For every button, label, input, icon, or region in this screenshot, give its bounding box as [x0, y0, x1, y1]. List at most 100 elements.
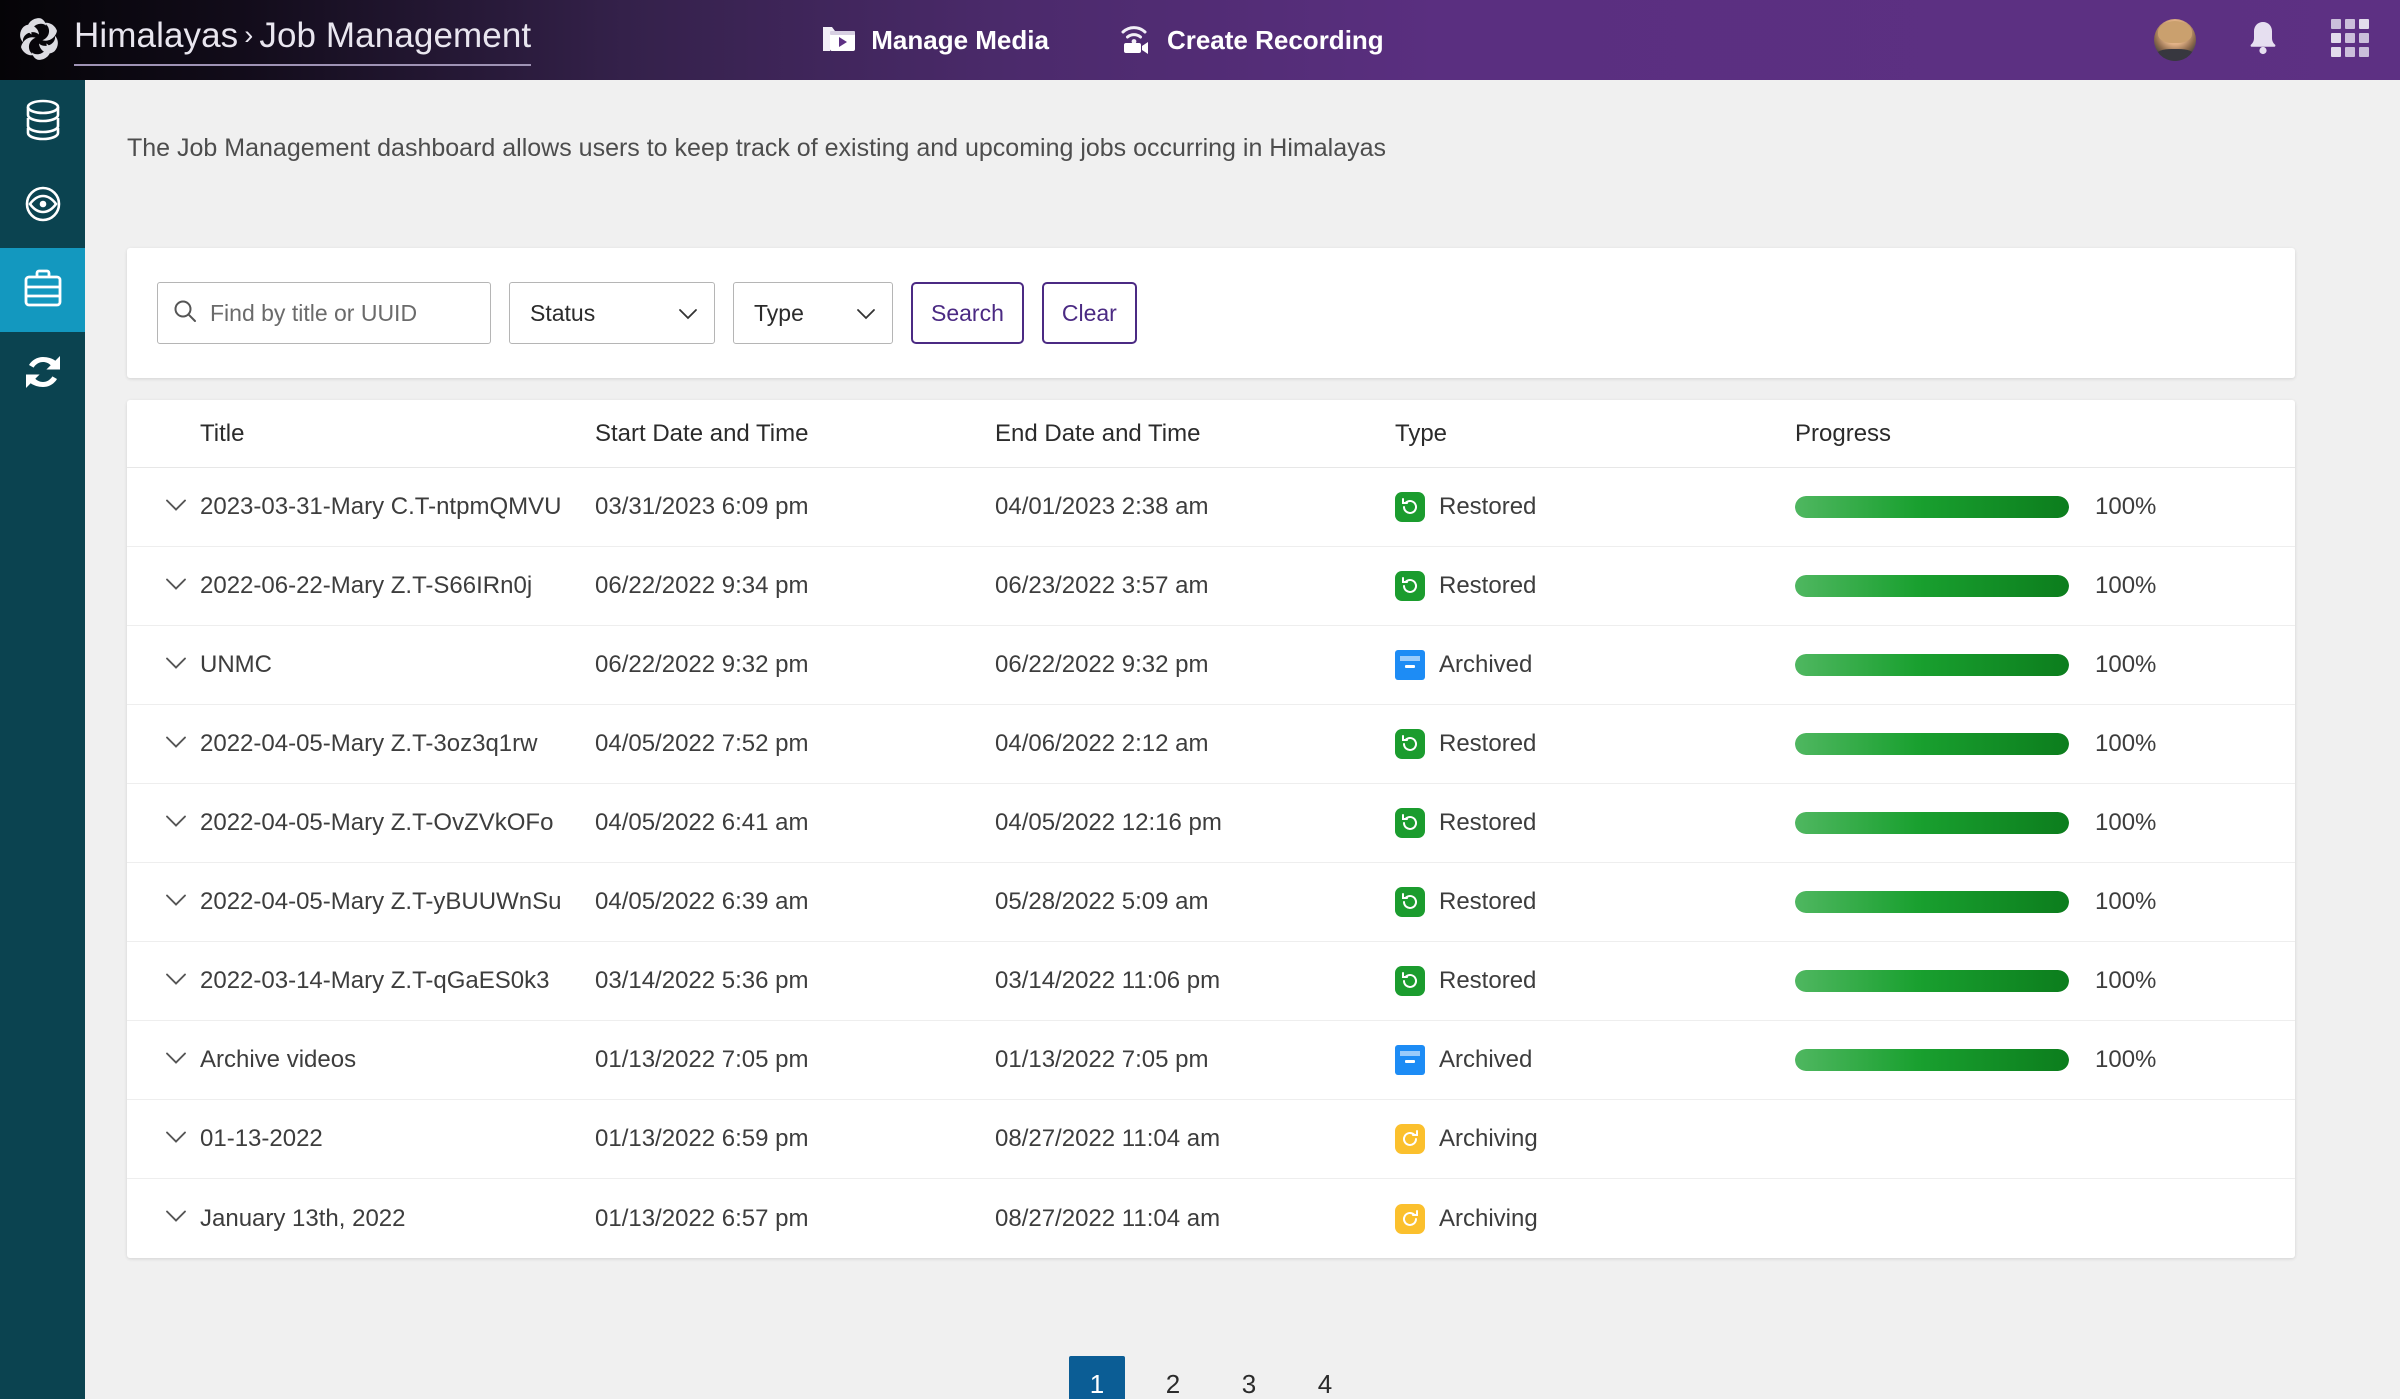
sidebar-item-monitor[interactable]: [0, 164, 85, 248]
row-expand-toggle[interactable]: [152, 814, 200, 833]
row-expand-toggle[interactable]: [152, 1051, 200, 1070]
type-label: Restored: [1439, 809, 1537, 836]
cell-progress-label: 100%: [2095, 1046, 2157, 1073]
table-row[interactable]: 2022-04-05-Mary Z.T-OvZVkOFo 04/05/2022 6…: [127, 784, 2295, 863]
restore-icon: [1395, 492, 1425, 522]
table-row[interactable]: 2022-06-22-Mary Z.T-S66IRn0j 06/22/2022 9…: [127, 547, 2295, 626]
cell-start-date: 01/13/2022 7:05 pm: [595, 1046, 809, 1073]
briefcase-icon: [21, 266, 65, 315]
search-input[interactable]: [210, 299, 476, 327]
cell-progress: [1795, 575, 2095, 597]
row-expand-toggle[interactable]: [152, 656, 200, 675]
chevron-down-icon[interactable]: [165, 893, 187, 912]
pagination-page-1[interactable]: 1: [1069, 1356, 1125, 1399]
breadcrumb-current: Job Management: [259, 16, 532, 55]
folder-play-icon: [821, 22, 857, 59]
cell-progress-label: 100%: [2095, 493, 2157, 520]
left-sidebar: [0, 80, 85, 1399]
nav-manage-media[interactable]: Manage Media: [821, 22, 1049, 59]
column-header-type: Type: [1395, 419, 1448, 447]
pagination-page-2[interactable]: 2: [1145, 1356, 1201, 1399]
cell-end-date: 06/22/2022 9:32 pm: [995, 651, 1209, 678]
sidebar-item-jobs[interactable]: [0, 248, 85, 332]
chevron-down-icon[interactable]: [165, 814, 187, 833]
breadcrumb[interactable]: Himalayas › Job Management: [14, 0, 532, 80]
cell-progress-label: 100%: [2095, 572, 2157, 599]
cell-type: Archiving: [1395, 1203, 1795, 1234]
cell-start-date: 06/22/2022 9:34 pm: [595, 572, 809, 599]
restore-icon: [1395, 808, 1425, 838]
progress-bar: [1795, 812, 2069, 834]
row-expand-toggle[interactable]: [152, 893, 200, 912]
pagination: 1234: [127, 1356, 2295, 1399]
chevron-down-icon[interactable]: [165, 656, 187, 675]
search-button[interactable]: Search: [911, 282, 1024, 344]
breadcrumb-root[interactable]: Himalayas: [74, 16, 238, 55]
avatar[interactable]: [2154, 19, 2196, 61]
row-expand-toggle[interactable]: [152, 735, 200, 754]
cell-progress-label: 100%: [2095, 967, 2157, 994]
cell-end-date: 05/28/2022 5:09 am: [995, 888, 1209, 915]
clear-button[interactable]: Clear: [1041, 282, 1137, 344]
grid-apps-icon[interactable]: [2330, 18, 2370, 63]
chevron-down-icon[interactable]: [165, 1130, 187, 1149]
table-row[interactable]: 2022-03-14-Mary Z.T-qGaES0k3 03/14/2022 5…: [127, 942, 2295, 1021]
progress-bar: [1795, 496, 2069, 518]
filter-toolbar: Status Type Search Clear: [127, 248, 2295, 378]
chevron-down-icon[interactable]: [165, 972, 187, 991]
cell-end-date: 08/27/2022 11:04 am: [995, 1204, 1221, 1232]
archive-box-icon: [1395, 1045, 1425, 1075]
cell-title: 2022-04-05-Mary Z.T-3oz3q1rw: [200, 730, 538, 757]
column-header-title: Title: [200, 419, 245, 447]
type-label: Archived: [1439, 651, 1533, 678]
restore-icon: [1395, 729, 1425, 759]
table-row[interactable]: 2022-04-05-Mary Z.T-yBUUWnSu 04/05/2022 6…: [127, 863, 2295, 942]
cell-end-date: 04/06/2022 2:12 am: [995, 730, 1209, 757]
cell-progress: [1795, 496, 2095, 518]
cell-type: Restored: [1395, 808, 1795, 838]
cell-type: Restored: [1395, 966, 1795, 996]
archive-box-icon: [1395, 650, 1425, 680]
chevron-down-icon[interactable]: [165, 498, 187, 517]
chevron-down-icon[interactable]: [165, 735, 187, 754]
row-expand-toggle[interactable]: [152, 1130, 200, 1149]
eye-circle-icon: [21, 182, 65, 231]
table-row[interactable]: 2022-04-05-Mary Z.T-3oz3q1rw 04/05/2022 7…: [127, 705, 2295, 784]
pagination-page-4[interactable]: 4: [1297, 1356, 1353, 1399]
cell-progress-label: 100%: [2095, 730, 2157, 757]
row-expand-toggle[interactable]: [152, 1209, 200, 1228]
cell-end-date: 04/01/2023 2:38 am: [995, 493, 1209, 520]
chevron-down-icon[interactable]: [165, 1051, 187, 1070]
type-label: Archived: [1439, 1046, 1533, 1073]
table-header-row: Title Start Date and Time End Date and T…: [127, 400, 2295, 468]
chevron-down-icon: [678, 300, 698, 327]
nav-create-recording[interactable]: Create Recording: [1117, 21, 1384, 60]
cell-start-date: 01/13/2022 6:59 pm: [595, 1125, 809, 1152]
cell-title: 2022-04-05-Mary Z.T-OvZVkOFo: [200, 809, 554, 836]
row-expand-toggle[interactable]: [152, 577, 200, 596]
table-row[interactable]: January 13th, 2022 01/13/2022 6:57 pm 08/2…: [127, 1179, 2295, 1258]
jobs-table: Title Start Date and Time End Date and T…: [127, 400, 2295, 1258]
chevron-down-icon[interactable]: [165, 1209, 187, 1228]
sidebar-item-storage[interactable]: [0, 80, 85, 164]
bell-icon[interactable]: [2244, 18, 2282, 63]
table-row[interactable]: UNMC 06/22/2022 9:32 pm 06/22/2022 9:32 pm…: [127, 626, 2295, 705]
table-row[interactable]: 2023-03-31-Mary C.T-ntpmQMVU 03/31/2023 6…: [127, 468, 2295, 547]
status-filter-dropdown[interactable]: Status: [509, 282, 715, 344]
top-nav: Manage Media Create Recording: [821, 21, 1384, 60]
table-row[interactable]: 01-13-2022 01/13/2022 6:59 pm 08/27/2022 1…: [127, 1100, 2295, 1179]
search-field-wrapper[interactable]: [157, 282, 491, 344]
pagination-page-3[interactable]: 3: [1221, 1356, 1277, 1399]
row-expand-toggle[interactable]: [152, 972, 200, 991]
chevron-down-icon[interactable]: [165, 577, 187, 596]
column-header-end: End Date and Time: [995, 419, 1201, 447]
progress-bar: [1795, 733, 2069, 755]
sidebar-item-sync[interactable]: [0, 332, 85, 416]
type-label: Restored: [1439, 493, 1537, 520]
type-filter-label: Type: [754, 299, 804, 326]
table-row[interactable]: Archive videos 01/13/2022 7:05 pm 01/13/20…: [127, 1021, 2295, 1100]
refresh-sync-icon: [21, 352, 65, 397]
type-filter-dropdown[interactable]: Type: [733, 282, 893, 344]
column-header-start: Start Date and Time: [595, 419, 809, 447]
row-expand-toggle[interactable]: [152, 498, 200, 517]
